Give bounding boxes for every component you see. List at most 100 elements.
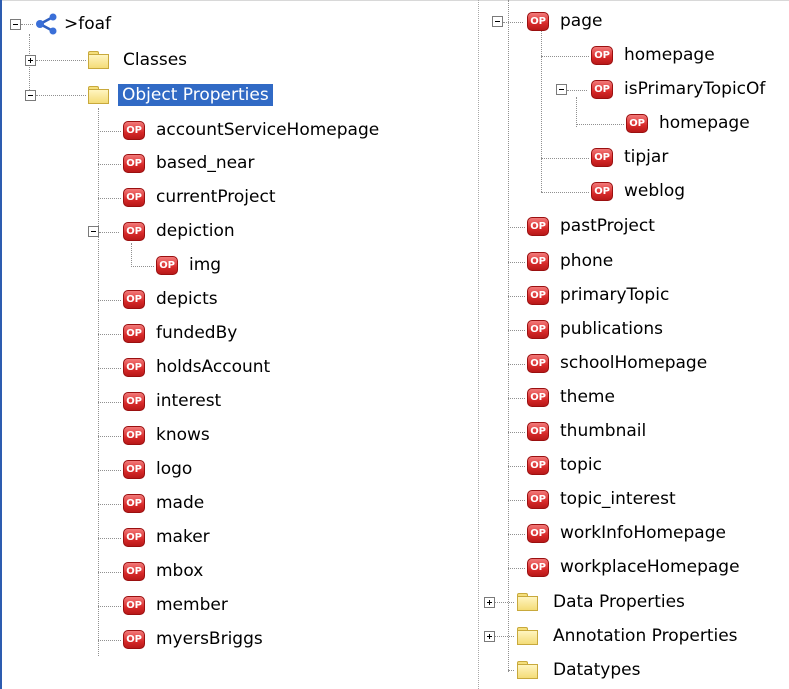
tree-node-topic-interest[interactable]: topic_interest xyxy=(560,488,676,510)
tree-line xyxy=(541,158,589,159)
tree-node-root[interactable]: >foaf xyxy=(64,13,111,35)
object-property-icon: OP xyxy=(123,630,145,649)
tree-node-based-near[interactable]: based_near xyxy=(156,152,254,174)
tree-node-made[interactable]: made xyxy=(156,492,204,514)
object-property-icon: OP xyxy=(527,217,549,236)
folder-icon xyxy=(517,627,538,645)
tree-node-annotation-properties[interactable]: Annotation Properties xyxy=(553,625,738,647)
tree-node-myers-briggs[interactable]: myersBriggs xyxy=(156,628,263,650)
tree-line xyxy=(21,24,33,25)
ontology-network-icon xyxy=(36,13,57,35)
object-property-icon: OP xyxy=(527,286,549,305)
tree-node-past-project[interactable]: pastProject xyxy=(560,215,655,237)
tree-line xyxy=(541,56,589,57)
tree-node-page[interactable]: page xyxy=(560,10,602,32)
tree-line xyxy=(508,432,525,433)
tree-node-object-properties[interactable]: Object Properties xyxy=(118,84,273,106)
expand-toggle-classes[interactable] xyxy=(25,55,36,66)
object-property-icon: OP xyxy=(527,354,549,373)
tree-node-weblog[interactable]: weblog xyxy=(624,180,685,202)
folder-icon-open xyxy=(88,86,109,104)
tree-node-classes[interactable]: Classes xyxy=(123,49,187,71)
tree-line xyxy=(508,330,525,331)
object-property-icon: OP xyxy=(123,460,145,479)
tree-node-depiction[interactable]: depiction xyxy=(156,220,235,242)
tree-node-workplace-homepage[interactable]: workplaceHomepage xyxy=(560,556,740,578)
tree-node-data-properties[interactable]: Data Properties xyxy=(553,591,685,613)
object-property-icon: OP xyxy=(527,456,549,475)
object-property-icon: OP xyxy=(123,121,145,140)
tree-node-depicts[interactable]: depicts xyxy=(156,288,218,310)
tree-node-logo[interactable]: logo xyxy=(156,458,192,480)
collapse-toggle-page[interactable] xyxy=(492,16,503,27)
tree-node-topic[interactable]: topic xyxy=(560,454,602,476)
tree-line xyxy=(508,568,525,569)
tree-node-school-homepage[interactable]: schoolHomepage xyxy=(560,352,707,374)
tree-node-datatypes[interactable]: Datatypes xyxy=(553,659,640,681)
object-property-icon: OP xyxy=(123,562,145,581)
tree-line xyxy=(98,108,99,656)
object-property-icon: OP xyxy=(123,154,145,173)
tree-line xyxy=(36,60,86,61)
tree-node-img[interactable]: img xyxy=(189,254,221,276)
tree-node-maker[interactable]: maker xyxy=(156,526,210,548)
tree-line xyxy=(98,402,121,403)
tree-line xyxy=(131,243,132,267)
tree-node-tipjar[interactable]: tipjar xyxy=(624,146,668,168)
tree-line xyxy=(98,368,121,369)
tree-node-current-project[interactable]: currentProject xyxy=(156,186,276,208)
tree-line xyxy=(98,504,121,505)
collapse-toggle-root[interactable] xyxy=(10,19,21,30)
expand-toggle-data-properties[interactable] xyxy=(484,597,495,608)
tree-line xyxy=(576,124,624,125)
object-property-icon: OP xyxy=(123,392,145,411)
tree-node-account-service-homepage[interactable]: accountServiceHomepage xyxy=(156,119,379,141)
tree-line xyxy=(99,232,119,233)
tree-node-member[interactable]: member xyxy=(156,594,228,616)
folder-icon xyxy=(88,51,109,69)
expand-toggle-annotation-properties[interactable] xyxy=(484,631,495,642)
tree-line xyxy=(576,97,577,127)
tree-node-thumbnail[interactable]: thumbnail xyxy=(560,420,646,442)
tree-line xyxy=(567,90,587,91)
tree-node-holds-account[interactable]: holdsAccount xyxy=(156,356,270,378)
collapse-toggle-is-primary-topic-of[interactable] xyxy=(556,84,567,95)
tree-line xyxy=(508,262,525,263)
tree-node-knows[interactable]: knows xyxy=(156,424,210,446)
tree-line xyxy=(541,30,542,192)
object-property-icon: OP xyxy=(527,388,549,407)
tree-node-primary-topic[interactable]: primaryTopic xyxy=(560,284,669,306)
tree-line xyxy=(508,534,525,535)
object-property-icon: OP xyxy=(527,12,549,31)
object-property-icon: OP xyxy=(123,188,145,207)
tree-node-work-info-homepage[interactable]: workInfoHomepage xyxy=(560,522,726,544)
object-property-icon: OP xyxy=(527,422,549,441)
tree-line xyxy=(98,436,121,437)
tree-line xyxy=(29,34,30,98)
object-property-icon: OP xyxy=(123,358,145,377)
tree-node-homepage[interactable]: homepage xyxy=(624,44,715,66)
tree-node-funded-by[interactable]: fundedBy xyxy=(156,322,237,344)
tree-line xyxy=(508,670,514,671)
tree-node-theme[interactable]: theme xyxy=(560,386,615,408)
tree-node-mbox[interactable]: mbox xyxy=(156,560,203,582)
tree-line xyxy=(98,198,121,199)
left-border xyxy=(0,0,2,689)
tree-line xyxy=(98,131,121,132)
collapse-toggle-object-properties[interactable] xyxy=(25,90,36,101)
tree-line xyxy=(98,164,121,165)
column-separator xyxy=(478,0,479,689)
tree-node-homepage[interactable]: homepage xyxy=(659,112,750,134)
object-property-icon: OP xyxy=(156,256,178,275)
object-property-icon: OP xyxy=(123,324,145,343)
tree-line xyxy=(98,538,121,539)
tree-node-is-primary-topic-of[interactable]: isPrimaryTopicOf xyxy=(624,78,765,100)
tree-line xyxy=(495,602,514,603)
collapse-toggle-depiction[interactable] xyxy=(88,226,99,237)
tree-line xyxy=(98,572,121,573)
tree-node-publications[interactable]: publications xyxy=(560,318,663,340)
object-property-icon: OP xyxy=(591,80,613,99)
object-property-icon: OP xyxy=(527,490,549,509)
tree-node-phone[interactable]: phone xyxy=(560,250,613,272)
tree-node-interest[interactable]: interest xyxy=(156,390,221,412)
